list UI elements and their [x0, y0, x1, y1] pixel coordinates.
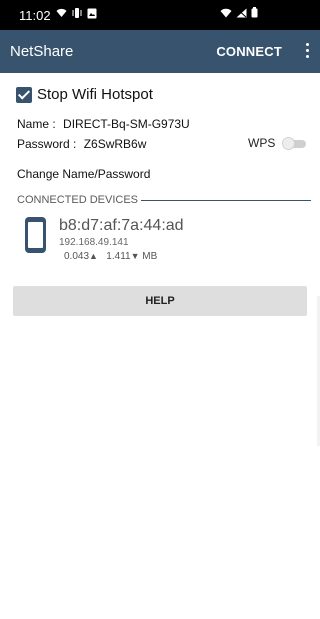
stop-hotspot-checkbox[interactable] — [16, 86, 32, 103]
wps-label: WPS — [248, 136, 276, 150]
status-system-icons — [220, 7, 258, 18]
stop-hotspot-checkbox-row[interactable]: Stop Wifi Hotspot — [16, 86, 153, 103]
device-traffic: 0.043▲ 1.411▼ MB — [64, 251, 157, 262]
network-name-row: Name : DIRECT-Bq-SM-G973U — [17, 117, 190, 131]
wifi-signal-icon — [56, 8, 67, 17]
device-ip-address: 192.168.49.141 — [59, 237, 129, 248]
status-time: 11:02 — [19, 8, 51, 23]
download-amount: 1.411 — [106, 251, 131, 262]
connect-button[interactable]: CONNECT — [216, 44, 282, 59]
more-options-icon[interactable] — [304, 43, 310, 61]
stop-hotspot-label: Stop Wifi Hotspot — [37, 86, 153, 103]
password-label: Password : — [17, 137, 77, 151]
change-name-password-link[interactable]: Change Name/Password — [17, 167, 150, 181]
wps-toggle[interactable] — [282, 137, 307, 150]
network-name-value: DIRECT-Bq-SM-G973U — [63, 117, 190, 131]
upload-amount: 0.043 — [64, 251, 90, 262]
device-mac-address: b8:d7:af:7a:44:ad — [59, 217, 184, 234]
vibrate-icon — [72, 8, 82, 18]
status-bar: 11:02 — [0, 0, 320, 30]
connected-devices-header: CONNECTED DEVICES — [17, 194, 311, 206]
app-bar: NetShare CONNECT — [0, 30, 320, 73]
upload-arrow-icon: ▲ — [89, 251, 98, 261]
connected-devices-title: CONNECTED DEVICES — [17, 194, 139, 206]
status-notification-icons — [56, 7, 97, 19]
password-row: Password : Z6SwRB6w — [17, 137, 146, 151]
phone-icon — [25, 217, 46, 253]
section-divider — [141, 199, 311, 201]
wps-toggle-row: WPS — [248, 136, 307, 150]
download-arrow-icon: ▼ — [130, 251, 140, 261]
cell-signal-icon — [236, 8, 247, 17]
network-name-label: Name : — [17, 117, 56, 131]
battery-icon — [251, 7, 258, 18]
app-title: NetShare — [10, 43, 74, 60]
wifi-icon — [220, 8, 232, 17]
traffic-unit: MB — [142, 251, 158, 262]
password-value: Z6SwRB6w — [83, 137, 147, 151]
help-button[interactable]: HELP — [13, 286, 307, 316]
image-notification-icon — [87, 8, 97, 18]
